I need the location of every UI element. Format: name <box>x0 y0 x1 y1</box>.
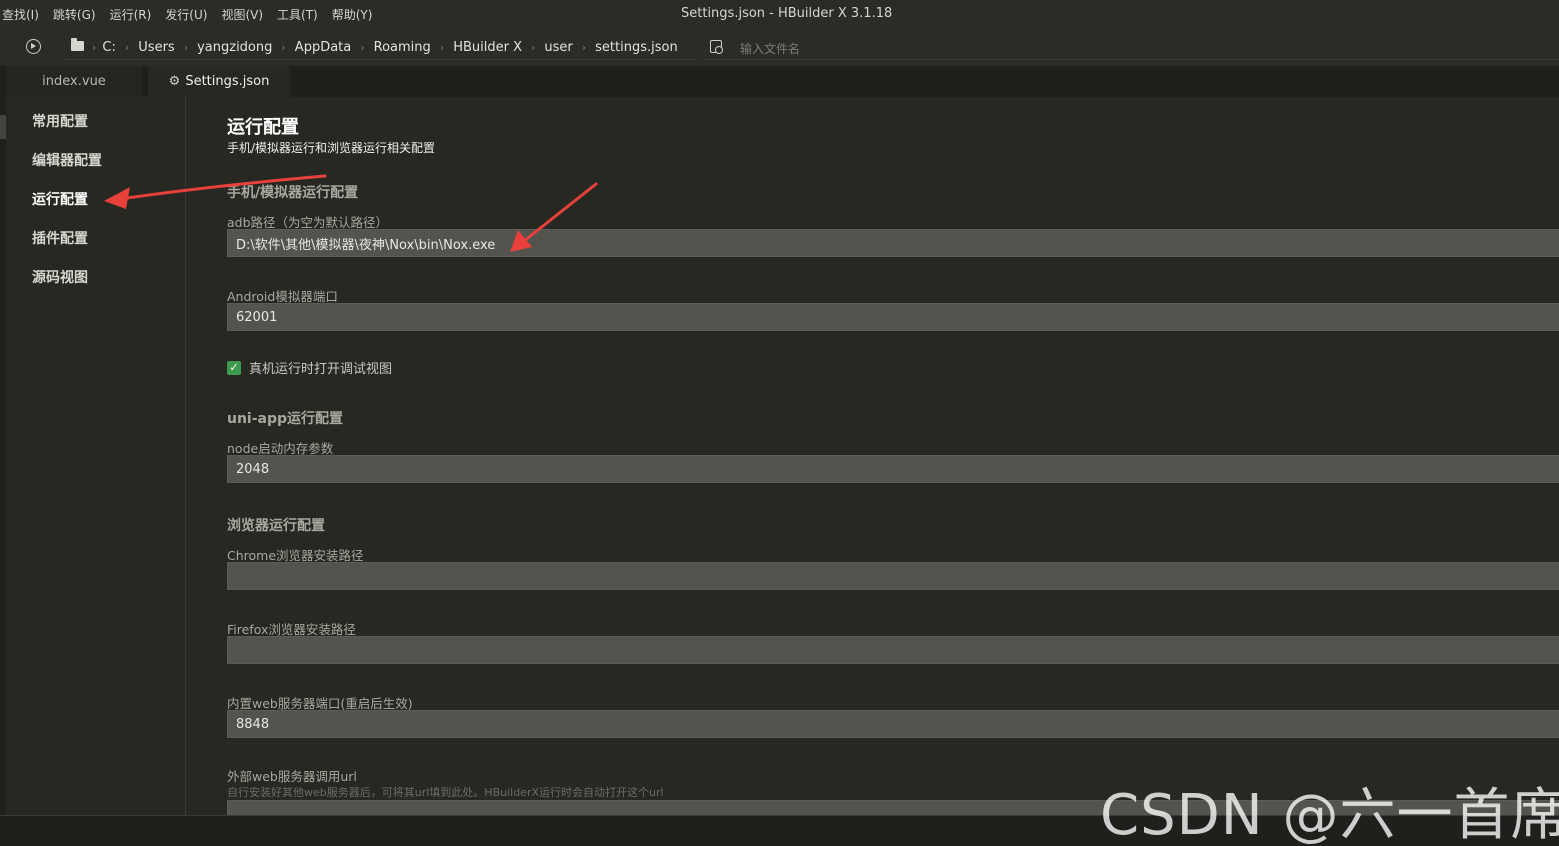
chevron-right-icon: › <box>530 41 536 54</box>
menu-find[interactable]: 查找(I) <box>2 6 39 23</box>
file-search-input[interactable] <box>740 40 1140 58</box>
menu-run[interactable]: 运行(R) <box>110 6 152 23</box>
breadcrumb-divider <box>64 59 696 60</box>
chevron-right-icon: › <box>439 41 445 54</box>
section-uniapp: uni-app运行配置 <box>227 411 344 427</box>
breadcrumb-item[interactable]: C: <box>102 40 115 55</box>
debug-view-option[interactable]: ✓ 真机运行时打开调试视图 <box>227 358 392 377</box>
node-memory-input[interactable] <box>227 455 1559 483</box>
page-subtitle: 手机/模拟器运行和浏览器运行相关配置 <box>227 141 436 155</box>
menu-bar: 查找(I) 跳转(G) 运行(R) 发行(U) 视图(V) 工具(T) 帮助(Y… <box>2 6 372 23</box>
breadcrumb-item[interactable]: settings.json <box>595 40 678 55</box>
tab-bar: index.vue ⚙ Settings.json <box>0 66 1559 97</box>
external-url-hint: 自行安装好其他web服务器后，可将其url填到此处。HBuilderX运行时会自… <box>227 786 664 799</box>
breadcrumb-item[interactable]: AppData <box>295 40 351 55</box>
menu-tools[interactable]: 工具(T) <box>277 6 318 23</box>
sidebar-item-run[interactable]: 运行配置 <box>32 189 88 209</box>
breadcrumb-item[interactable]: user <box>544 40 572 55</box>
title-bar: 查找(I) 跳转(G) 运行(R) 发行(U) 视图(V) 工具(T) 帮助(Y… <box>0 0 1559 28</box>
tab-label: Settings.json <box>185 74 270 89</box>
tab-settings-json[interactable]: ⚙ Settings.json <box>148 66 290 97</box>
chrome-path-input[interactable] <box>227 562 1559 590</box>
menu-goto[interactable]: 跳转(G) <box>53 6 96 23</box>
settings-sidebar: 常用配置 编辑器配置 运行配置 插件配置 源码视图 <box>6 97 186 815</box>
menu-publish[interactable]: 发行(U) <box>165 6 207 23</box>
chevron-right-icon: › <box>281 41 286 54</box>
settings-content: 运行配置 手机/模拟器运行和浏览器运行相关配置 手机/模拟器运行配置 adb路径… <box>187 97 1559 815</box>
chevron-right-icon: › <box>183 41 189 54</box>
debug-view-checkbox[interactable]: ✓ <box>227 360 241 375</box>
breadcrumb-item[interactable]: Users <box>138 40 174 55</box>
external-url-label: 外部web服务器调用url <box>227 769 357 784</box>
debug-view-label: 真机运行时打开调试视图 <box>249 362 393 377</box>
menu-view[interactable]: 视图(V) <box>221 6 263 23</box>
search-divider <box>704 59 1559 60</box>
chevron-right-icon: › <box>92 41 97 54</box>
folder-icon[interactable] <box>71 38 84 51</box>
tab-index-vue[interactable]: index.vue <box>6 66 142 97</box>
section-browser: 浏览器运行配置 <box>227 518 325 534</box>
breadcrumb-item[interactable]: yangzidong <box>197 40 272 55</box>
android-port-input[interactable] <box>227 303 1559 331</box>
breadcrumb-bar: › C: › Users › yangzidong › AppData › Ro… <box>0 28 1559 66</box>
chevron-right-icon: › <box>581 41 587 54</box>
chevron-right-icon: › <box>124 41 130 54</box>
breadcrumb: › C: › Users › yangzidong › AppData › Ro… <box>92 40 678 55</box>
file-search-icon[interactable] <box>710 40 723 54</box>
sidebar-item-editor[interactable]: 编辑器配置 <box>32 150 102 170</box>
sidebar-item-plugin[interactable]: 插件配置 <box>32 228 88 248</box>
firefox-path-input[interactable] <box>227 636 1559 664</box>
sidebar-item-source[interactable]: 源码视图 <box>32 267 88 287</box>
breadcrumb-item[interactable]: HBuilder X <box>453 40 522 55</box>
breadcrumb-item[interactable]: Roaming <box>374 40 431 55</box>
gear-icon: ⚙ <box>168 74 181 89</box>
menu-help[interactable]: 帮助(Y) <box>332 6 373 23</box>
tab-label: index.vue <box>42 74 106 89</box>
adb-path-input[interactable] <box>227 229 1559 257</box>
page-title: 运行配置 <box>227 117 299 138</box>
chevron-right-icon: › <box>360 41 365 54</box>
web-port-input[interactable] <box>227 710 1559 738</box>
section-mobile: 手机/模拟器运行配置 <box>227 185 359 201</box>
sidebar-item-common[interactable]: 常用配置 <box>32 111 88 131</box>
csdn-watermark: CSDN @六一首席 <box>1100 783 1559 846</box>
window-title: Settings.json - HBuilder X 3.1.18 <box>681 6 893 21</box>
run-icon[interactable] <box>26 39 41 54</box>
